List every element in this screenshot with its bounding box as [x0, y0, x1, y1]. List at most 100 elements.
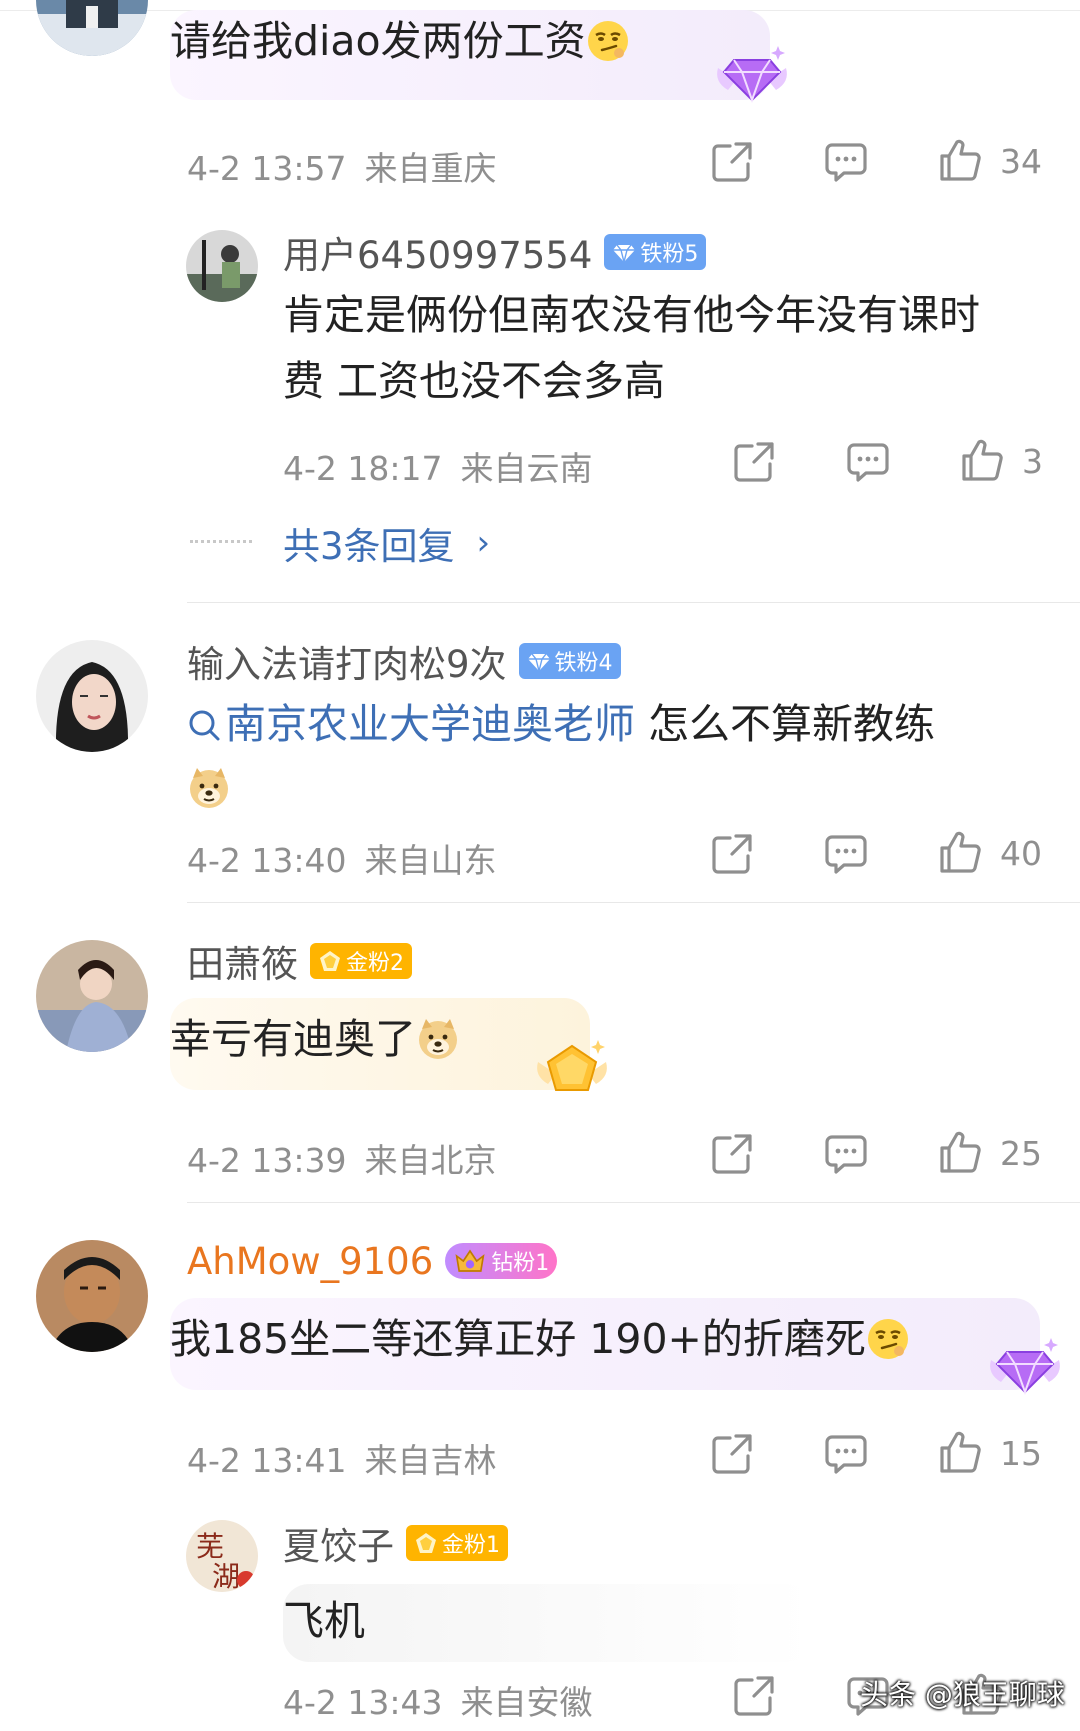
reply-text: 肯定是俩份但南农没有他今年没有课时费 工资也没不会多高 [283, 291, 980, 405]
search-link-text: 南京农业大学迪奥老师 [225, 700, 635, 748]
comment-time: 4-2 13:40 [187, 841, 347, 880]
divider [187, 602, 1080, 603]
comment-bubble: 请给我diao发两份工资 [170, 10, 770, 100]
reply-location: 来自云南 [460, 449, 593, 488]
comment-bubble: 幸亏有迪奥了 [170, 998, 590, 1090]
like-count: 34 [1000, 142, 1042, 181]
like-icon[interactable] [938, 138, 982, 182]
reply-user-line: 用户6450997554 铁粉5 [283, 225, 707, 279]
comment-text: 请给我diao发两份工资 [170, 17, 586, 65]
fan-badge-label: 铁粉5 [640, 242, 699, 267]
view-replies-link[interactable]: 共3条回复 › [283, 516, 490, 570]
comment-icon[interactable] [824, 832, 868, 876]
comment-text: 我185坐二等还算正好 190+的折磨死 [170, 1315, 866, 1363]
share-icon[interactable] [732, 1674, 776, 1718]
share-icon[interactable] [710, 140, 754, 184]
comment-location: 来自北京 [364, 1141, 497, 1180]
fan-badge-label: 钻粉1 [491, 1251, 550, 1276]
avatar[interactable] [36, 640, 148, 752]
reply-meta: 4-2 18:17 来自云南 [283, 442, 593, 490]
svg-text:湖: 湖 [212, 1560, 240, 1592]
comment-time: 4-2 13:39 [187, 1141, 347, 1180]
fan-badge-label: 金粉2 [346, 951, 404, 976]
like-icon[interactable] [938, 1130, 982, 1174]
reply-meta: 4-2 13:43 来自安徽 [283, 1676, 593, 1724]
svg-text:芜: 芜 [196, 1530, 224, 1563]
like-count: 3 [1022, 442, 1043, 481]
user-line: 输入法请打肉松9次 铁粉4 [187, 636, 621, 686]
like-icon[interactable] [960, 438, 1004, 482]
avatar[interactable] [36, 940, 148, 1052]
comment-time: 4-2 13:57 [187, 149, 347, 188]
replies-count-label: 共3条回复 [283, 525, 455, 568]
comment-meta: 4-2 13:57 来自重庆 [187, 142, 497, 190]
comment-time: 4-2 13:41 [187, 1441, 347, 1480]
fan-badge[interactable]: 铁粉5 [604, 234, 707, 270]
comment-meta: 4-2 13:39 来自北京 [187, 1134, 497, 1182]
like-count: 15 [1000, 1434, 1042, 1473]
chevron-right-icon: › [476, 523, 491, 563]
comment-icon[interactable] [824, 1132, 868, 1176]
crown-badge-icon [453, 1246, 487, 1276]
username[interactable]: 用户6450997554 [283, 225, 592, 279]
smirk-face-emoji [586, 19, 630, 63]
reply-user-line: 夏饺子 金粉1 [283, 1518, 508, 1568]
gold-badge-icon [414, 1531, 438, 1555]
share-icon[interactable] [732, 440, 776, 484]
reply-time: 4-2 13:43 [283, 1683, 443, 1722]
comment-text-rest: 怎么不算新教练 [635, 700, 936, 748]
comment-icon[interactable] [824, 140, 868, 184]
divider [187, 1202, 1080, 1203]
comment-location: 来自吉林 [364, 1441, 497, 1480]
user-line: AhMow_9106 钻粉1 [187, 1236, 558, 1286]
reply-text: 飞机 [283, 1597, 365, 1645]
fan-badge[interactable]: 金粉2 [310, 943, 412, 979]
like-count: 25 [1000, 1134, 1042, 1173]
avatar[interactable] [36, 1240, 148, 1352]
purple-gem-icon [712, 38, 792, 108]
gold-gem-icon [532, 1032, 612, 1102]
diamond-badge-icon [527, 649, 551, 673]
username[interactable]: 夏饺子 [283, 1516, 394, 1570]
comment-text: 南京农业大学迪奥老师 怎么不算新教练 [187, 692, 1027, 820]
comment-meta: 4-2 13:41 来自吉林 [187, 1434, 497, 1482]
comment-meta: 4-2 13:40 来自山东 [187, 834, 497, 882]
like-icon[interactable] [938, 1430, 982, 1474]
smirk-face-emoji [866, 1317, 910, 1361]
comment-bubble: 我185坐二等还算正好 190+的折磨死 [170, 1298, 1040, 1390]
comment-text: 幸亏有迪奥了 [170, 1015, 416, 1063]
avatar[interactable] [36, 0, 148, 56]
comment-icon[interactable] [824, 1432, 868, 1476]
dotted-separator [190, 540, 252, 543]
divider [187, 902, 1080, 903]
like-icon[interactable] [938, 830, 982, 874]
reply-avatar[interactable] [186, 230, 258, 302]
reply-location: 来自安徽 [460, 1683, 593, 1722]
share-icon[interactable] [710, 1132, 754, 1176]
diamond-badge-icon [612, 240, 636, 264]
search-icon [187, 696, 221, 741]
comment-location: 来自重庆 [364, 149, 497, 188]
reply-bubble: 飞机 [283, 1584, 813, 1662]
purple-gem-icon [985, 1330, 1065, 1400]
search-link[interactable]: 南京农业大学迪奥老师 [187, 700, 635, 748]
username[interactable]: AhMow_9106 [187, 1240, 433, 1283]
fan-badge-label: 铁粉4 [554, 651, 613, 676]
comment-icon[interactable] [846, 440, 890, 484]
fan-badge-label: 金粉1 [442, 1533, 500, 1558]
share-icon[interactable] [710, 832, 754, 876]
fan-badge[interactable]: 钻粉1 [445, 1243, 558, 1279]
comment-location: 来自山东 [364, 841, 497, 880]
like-count: 40 [1000, 834, 1042, 873]
fan-badge[interactable]: 金粉1 [406, 1525, 508, 1561]
reply-avatar[interactable]: 芜 湖 [186, 1520, 258, 1592]
fan-badge[interactable]: 铁粉4 [518, 643, 621, 679]
share-icon[interactable] [710, 1432, 754, 1476]
gold-badge-icon [318, 949, 342, 973]
doge-emoji [416, 1017, 460, 1061]
username[interactable]: 输入法请打肉松9次 [187, 634, 507, 688]
doge-emoji [187, 766, 231, 810]
user-line: 田萧筱 金粉2 [187, 936, 412, 986]
username[interactable]: 田萧筱 [187, 934, 298, 988]
reply-time: 4-2 18:17 [283, 449, 443, 488]
